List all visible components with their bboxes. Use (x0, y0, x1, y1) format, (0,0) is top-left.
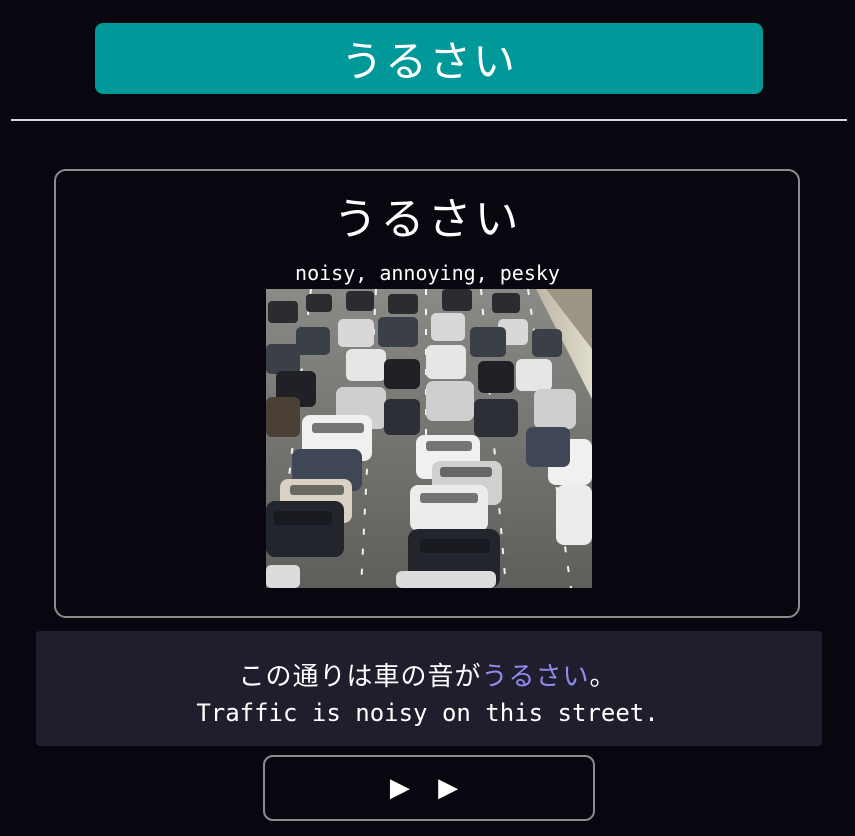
flashcard-page: うるさい うるさい noisy, annoying, pesky この通りは車の… (0, 0, 855, 836)
header-title: うるさい (340, 37, 517, 86)
card-meaning: noisy, annoying, pesky (295, 261, 560, 285)
card-word: うるさい (333, 194, 522, 245)
header-bar: うるさい (95, 23, 763, 94)
traffic-jam-image (266, 289, 592, 588)
traffic-jam-illustration (266, 289, 592, 588)
example-sentence-english: Traffic is noisy on this street. (196, 699, 659, 727)
example-sentence-japanese-before: この通りは車の音が (238, 662, 482, 692)
play-icon: ▶ ▶ (389, 773, 469, 803)
example-sentence-japanese-after: 。 (589, 662, 617, 692)
divider (11, 119, 847, 121)
play-audio-button[interactable]: ▶ ▶ (263, 755, 595, 821)
example-sentence-japanese: この通りは車の音がうるさい。 (0, 660, 855, 694)
example-sentence-highlight: うるさい (481, 662, 590, 692)
